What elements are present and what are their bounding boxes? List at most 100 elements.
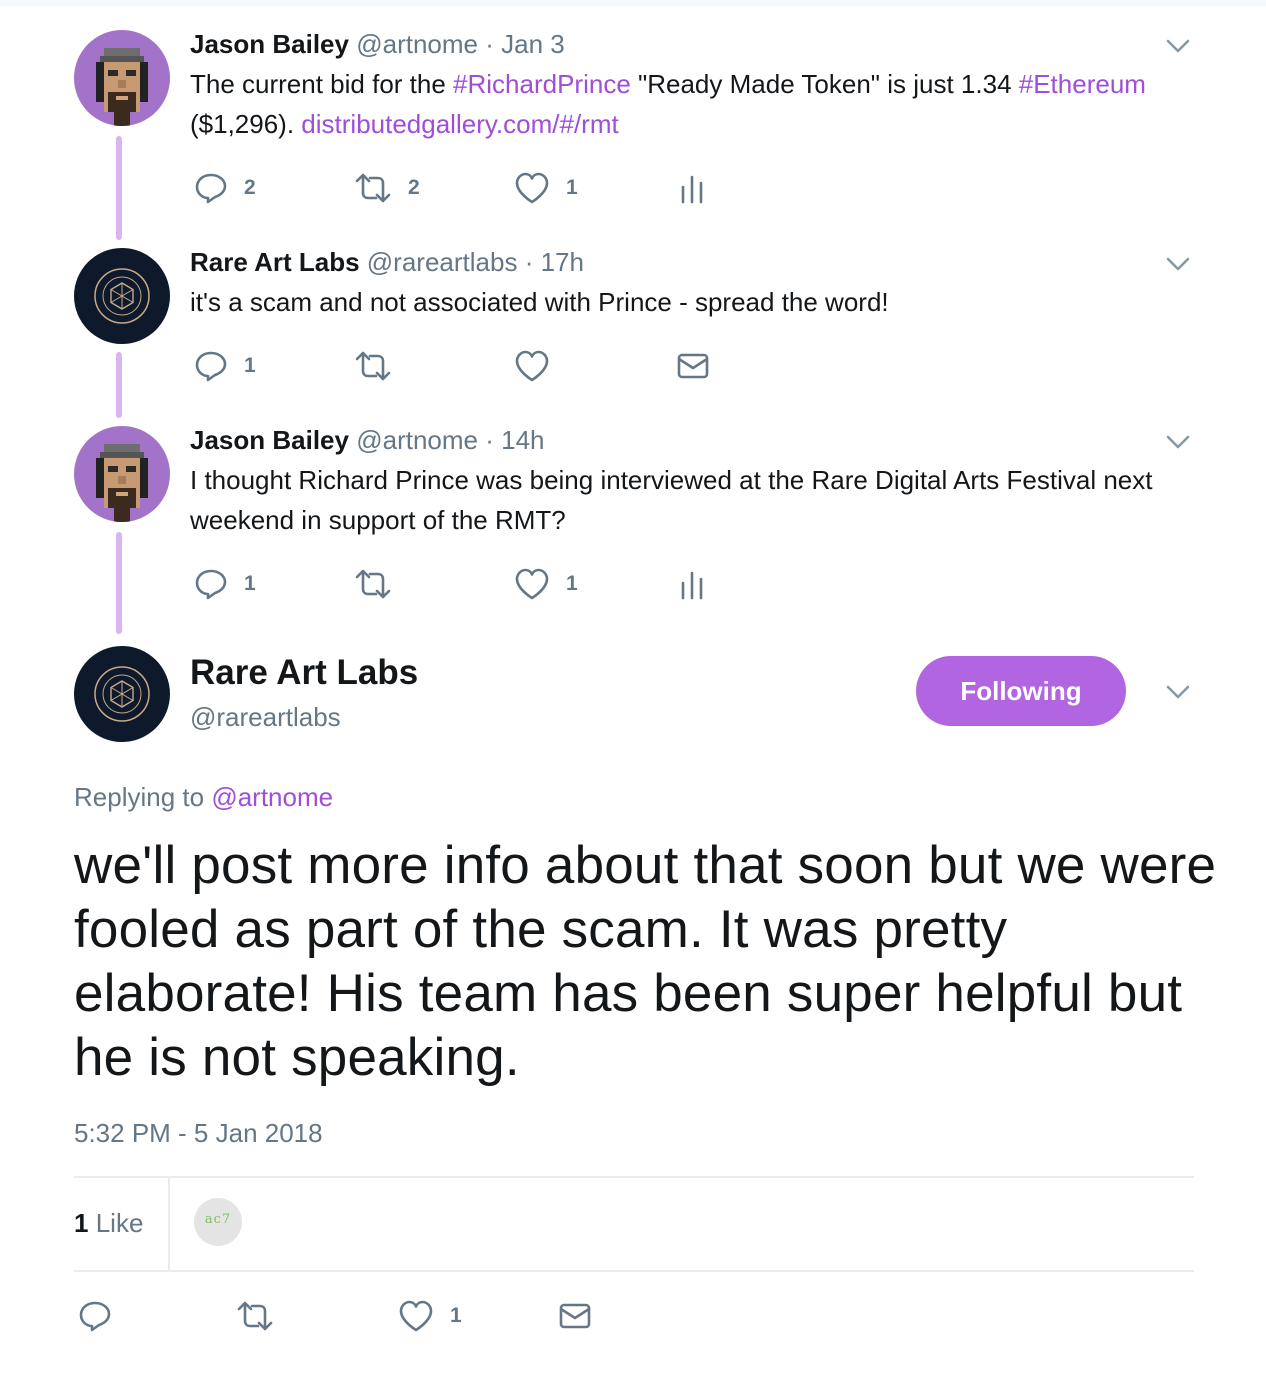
avatar-jason-bailey[interactable] <box>74 426 170 522</box>
rare-art-labs-logo-icon <box>74 646 170 742</box>
tweet-header: Rare Art Labs @rareartlabs · 17h <box>190 246 584 278</box>
main-tweet-text: we'll post more info about that soon but… <box>74 836 1217 1087</box>
retweet-button[interactable] <box>354 346 408 386</box>
likes-number: 1 <box>74 1208 89 1238</box>
reply-icon <box>195 173 227 204</box>
direct-message-button[interactable] <box>676 346 710 386</box>
retweet-button[interactable] <box>354 564 408 604</box>
analytics-button[interactable] <box>678 564 706 604</box>
reply-count: 1 <box>244 572 256 595</box>
tweet-time[interactable]: Jan 3 <box>501 29 565 59</box>
tweet-actions: 1 1 <box>190 564 750 604</box>
author-handle[interactable]: @artnome <box>356 29 478 59</box>
tweet-text-part: The current bid for the <box>190 69 454 99</box>
author-handle[interactable]: @artnome <box>356 425 478 455</box>
thread-line <box>116 532 122 634</box>
reply-button[interactable] <box>78 1296 128 1336</box>
tweet-text: it's a scam and not associated with Prin… <box>190 282 1190 322</box>
tweet-text-part: it's a scam and not associated with Prin… <box>190 287 889 317</box>
analytics-icon <box>681 571 703 600</box>
chevron-down-icon[interactable] <box>1164 682 1192 702</box>
author-handle[interactable]: @rareartlabs <box>367 247 518 277</box>
envelope-icon <box>559 1303 591 1329</box>
liker-avatar[interactable]: ac7 <box>194 1198 242 1246</box>
divider <box>74 1176 1194 1178</box>
top-divider <box>0 0 1266 6</box>
analytics-button[interactable] <box>678 168 706 208</box>
heart-icon <box>399 1300 433 1332</box>
reply-icon <box>195 569 227 600</box>
analytics-icon <box>681 175 703 204</box>
separator: · <box>485 425 494 455</box>
avatar-rare-art-labs[interactable] <box>74 248 170 344</box>
author-name[interactable]: Rare Art Labs <box>190 247 360 277</box>
reply-count: 2 <box>244 176 256 199</box>
retweet-button[interactable]: 2 <box>354 168 420 208</box>
like-button[interactable]: 1 <box>514 168 578 208</box>
like-count: 1 <box>566 572 578 595</box>
retweet-icon <box>355 351 391 381</box>
envelope-icon <box>677 353 709 379</box>
avatar-rare-art-labs[interactable] <box>74 646 170 742</box>
tweet-time[interactable]: 14h <box>501 425 544 455</box>
likes-label: Like <box>95 1208 144 1238</box>
replying-to-link[interactable]: @artnome <box>211 782 333 812</box>
thread-line <box>116 136 122 240</box>
retweet-icon <box>355 173 391 203</box>
replying-prefix: Replying to <box>74 782 212 812</box>
like-button[interactable]: 1 <box>398 1296 462 1336</box>
likes-count[interactable]: 1 Like <box>74 1206 143 1240</box>
tweet-actions: 2 2 1 <box>190 168 750 208</box>
pixel-avatar-icon <box>74 30 170 126</box>
replying-to: Replying to @artnome <box>74 780 333 814</box>
reply-icon <box>79 1301 111 1332</box>
tweet-header: Jason Bailey @artnome · 14h <box>190 424 545 456</box>
separator: · <box>485 29 494 59</box>
tweet-header: Jason Bailey @artnome · Jan 3 <box>190 28 565 60</box>
like-count: 1 <box>450 1304 462 1327</box>
reply-count: 1 <box>244 354 256 377</box>
chevron-down-icon[interactable] <box>1164 36 1192 56</box>
like-button[interactable]: 1 <box>514 564 578 604</box>
retweet-icon <box>237 1301 273 1331</box>
pixel-avatar-icon <box>74 426 170 522</box>
direct-message-button[interactable] <box>558 1296 592 1336</box>
retweet-button[interactable] <box>236 1296 290 1336</box>
tweet-time[interactable]: 17h <box>541 247 584 277</box>
reply-button[interactable]: 1 <box>194 346 256 386</box>
hashtag-link[interactable]: #RichardPrince <box>453 69 631 99</box>
like-button[interactable] <box>514 346 566 386</box>
tweet-text-part: "Ready Made Token" is just 1.34 <box>630 69 1019 99</box>
tweet-text-part: ($1,296). <box>190 109 302 139</box>
main-tweet-actions: 1 <box>78 1296 638 1336</box>
following-button[interactable]: Following <box>916 656 1126 726</box>
author-name[interactable]: Jason Bailey <box>190 29 349 59</box>
retweet-icon <box>355 569 391 599</box>
hashtag-link[interactable]: #Ethereum <box>1019 69 1146 99</box>
reply-button[interactable]: 2 <box>194 168 256 208</box>
separator: · <box>524 247 534 277</box>
heart-icon <box>515 350 549 382</box>
tweet-text-part: I thought Richard Prince was being inter… <box>190 465 1153 535</box>
thread-line <box>116 352 122 418</box>
reply-button[interactable]: 1 <box>194 564 256 604</box>
avatar-jason-bailey[interactable] <box>74 30 170 126</box>
url-link[interactable]: distributedgallery.com/#/rmt <box>301 109 618 139</box>
chevron-down-icon[interactable] <box>1164 254 1192 274</box>
reply-icon <box>195 351 227 382</box>
tweet-timestamp[interactable]: 5:32 PM - 5 Jan 2018 <box>74 1116 323 1150</box>
divider-vertical <box>168 1178 170 1270</box>
liker-avatar-text: ac7 <box>204 1212 232 1227</box>
main-author-name[interactable]: Rare Art Labs <box>190 652 418 694</box>
heart-icon <box>515 568 549 600</box>
like-count: 1 <box>566 176 578 199</box>
tweet-actions: 1 <box>190 346 750 386</box>
rare-art-labs-logo-icon <box>74 248 170 344</box>
main-author-handle[interactable]: @rareartlabs <box>190 700 341 734</box>
tweet-text: I thought Richard Prince was being inter… <box>190 460 1190 540</box>
heart-icon <box>515 172 549 204</box>
divider <box>74 1270 1194 1272</box>
chevron-down-icon[interactable] <box>1164 432 1192 452</box>
author-name[interactable]: Jason Bailey <box>190 425 349 455</box>
tweet-text: The current bid for the #RichardPrince "… <box>190 64 1190 144</box>
